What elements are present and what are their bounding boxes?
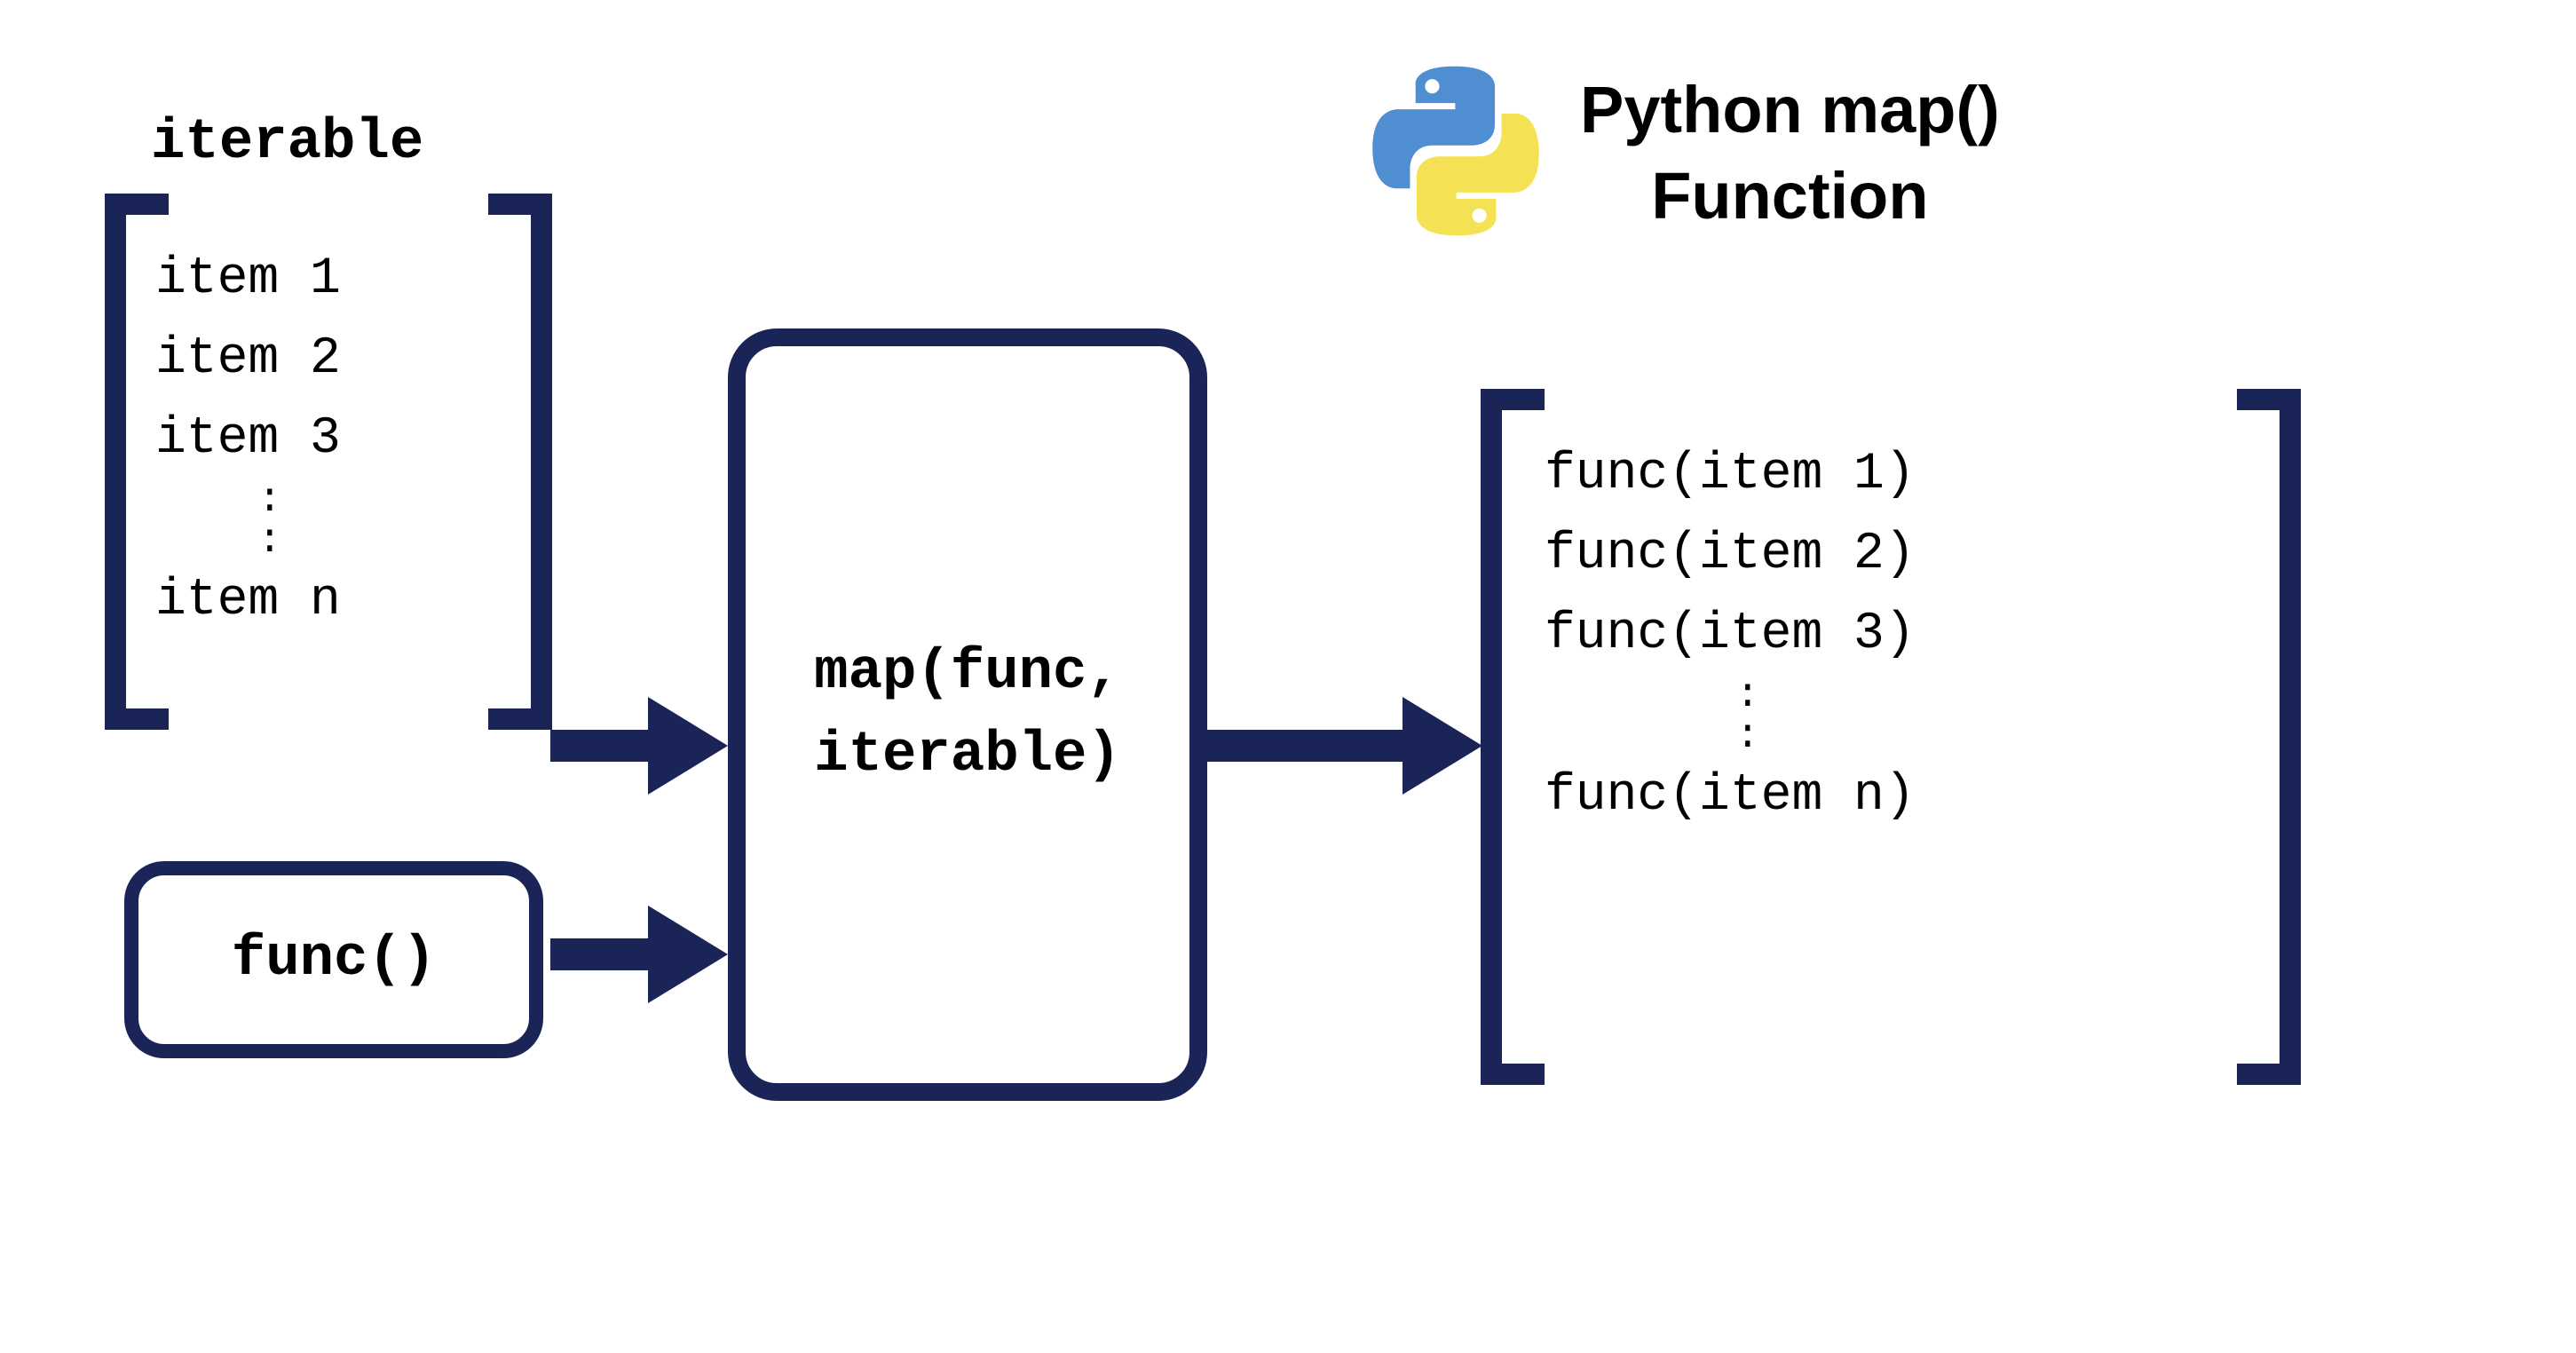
arrow-map-to-result [1207,697,1482,795]
func-box: func() [124,861,543,1058]
iterable-item: item 3 [155,400,341,479]
title-line-2: Function [1580,154,2000,239]
ellipsis-icon: : [155,479,341,520]
arrow-func-to-map [550,906,728,1003]
diagram-title: Python map() Function [1367,62,2000,244]
func-label: func() [232,928,436,992]
iterable-item: item 1 [155,240,341,320]
ellipsis-icon: : [1545,675,1916,716]
title-line-1: Python map() [1580,67,2000,153]
result-items: func(item 1) func(item 2) func(item 3) :… [1545,435,1916,836]
ellipsis-icon: : [155,520,341,561]
map-box: map(func, iterable) [728,328,1207,1101]
iterable-item: item n [155,561,341,641]
result-item: func(item n) [1545,756,1916,836]
iterable-label: iterable [151,111,423,175]
arrow-iterable-to-map [550,697,728,795]
result-item: func(item 2) [1545,515,1916,595]
title-text: Python map() Function [1580,67,2000,238]
result-item: func(item 1) [1545,435,1916,515]
ellipsis-icon: : [1545,716,1916,756]
iterable-items: item 1 item 2 item 3 : : item n [155,240,341,641]
map-label: map(func, iterable) [814,632,1121,797]
iterable-item: item 2 [155,320,341,400]
python-logo-icon [1367,62,1545,244]
result-item: func(item 3) [1545,595,1916,675]
